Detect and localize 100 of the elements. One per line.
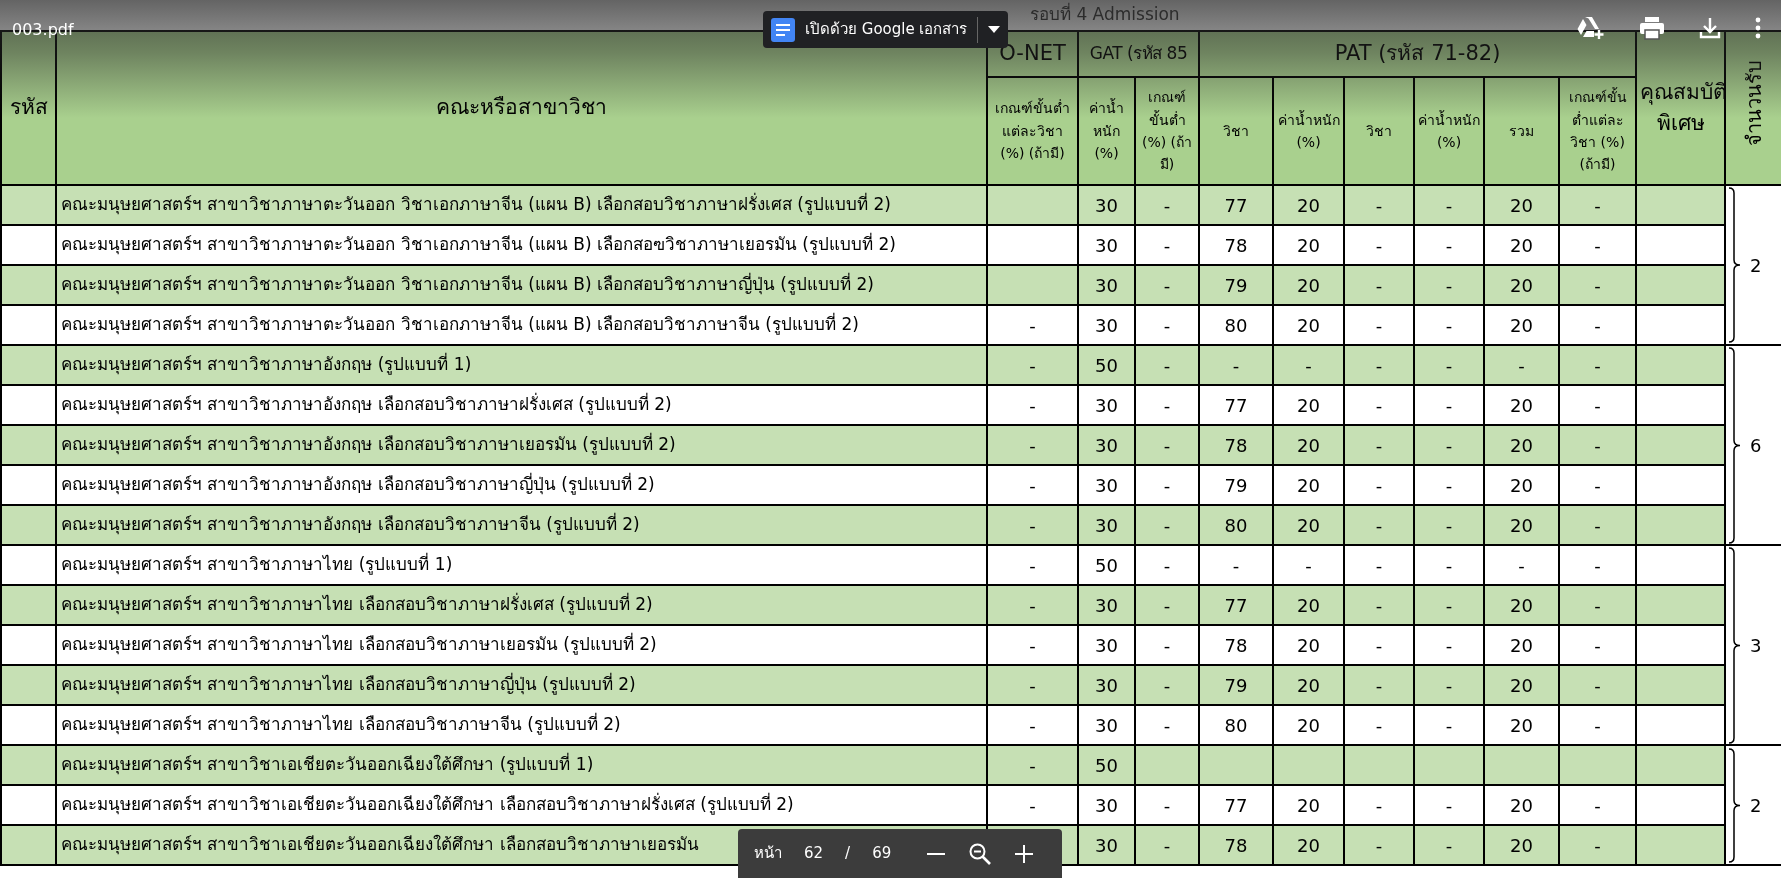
enrollment-count: 2 — [1750, 253, 1762, 278]
table-cell: - — [1559, 665, 1637, 705]
column-header: วิชา — [1199, 77, 1273, 185]
column-header: GAT (รหัส 85 — [1078, 31, 1199, 77]
table-cell: - — [1344, 585, 1414, 625]
column-header: รวม — [1484, 77, 1559, 185]
table-cell: - — [1344, 825, 1414, 865]
zoom-in-button[interactable] — [1015, 844, 1034, 863]
table-cell: 20 — [1484, 425, 1559, 465]
column-header: เกณฑ์ขั้นต่ำแต่ละวิชา (%) (ถ้ามี) — [1559, 77, 1637, 185]
table-cell: 30 — [1078, 825, 1135, 865]
program-name-cell: คณะมนุษยศาสตร์ฯ สาขาวิชาภาษาตะวันออก วิชาเอกภาษาจีน (แผน B) เลือกสอบวิชาภาษาญี่ปุ่น (รูปแบบที่ 2) — [56, 265, 987, 305]
column-header: คุณสมบัติพิเศษ — [1636, 31, 1726, 185]
program-name-cell: คณะมนุษยศาสตร์ฯ สาขาวิชาภาษาอังกฤษ เลือกสอบวิชาภาษาเยอรมัน (รูปแบบที่ 2) — [56, 425, 987, 465]
table-cell: 30 — [1078, 505, 1135, 545]
table-cell: - — [987, 505, 1078, 545]
table-cell: - — [1344, 425, 1414, 465]
download-button[interactable] — [1699, 16, 1721, 40]
enrollment-count: 6 — [1750, 433, 1762, 458]
zoom-out-icon — [969, 842, 992, 865]
table-cell: - — [1414, 345, 1484, 385]
table-cell: 20 — [1484, 265, 1559, 305]
table-cell: - — [987, 425, 1078, 465]
table-cell: - — [987, 585, 1078, 625]
table-cell: 50 — [1078, 345, 1135, 385]
zoom-reset-button[interactable] — [969, 842, 992, 865]
table-cell: - — [1559, 425, 1637, 465]
page-title: รอบที่ 4 Admission — [1030, 1, 1180, 26]
table-cell: 20 — [1273, 425, 1344, 465]
table-cell: - — [1135, 585, 1199, 625]
printer-icon — [1639, 16, 1665, 40]
enrollment-count: 2 — [1750, 793, 1762, 818]
table-cell: 20 — [1273, 265, 1344, 305]
document-icon — [771, 17, 795, 42]
table-cell: - — [987, 665, 1078, 705]
table-cell: 80 — [1199, 505, 1273, 545]
column-header: เกณฑ์ขั้นต่ำ (%) (ถ้ามี) — [1135, 77, 1199, 185]
page-number-field[interactable]: 62 — [804, 842, 824, 865]
table-cell: 20 — [1484, 825, 1559, 865]
table-cell: - — [1199, 345, 1273, 385]
table-cell: 77 — [1199, 185, 1273, 225]
table-cell: 77 — [1199, 585, 1273, 625]
table-cell: - — [1559, 185, 1637, 225]
program-name-cell: คณะมนุษยศาสตร์ฯ สาขาวิชาภาษาอังกฤษ (รูปแบบที่ 1) — [56, 345, 987, 385]
table-cell: - — [1414, 265, 1484, 305]
table-cell: - — [1559, 345, 1637, 385]
table-cell: 20 — [1273, 185, 1344, 225]
more-button[interactable] — [1755, 16, 1761, 40]
table-cell: 30 — [1078, 665, 1135, 705]
page-label: หน้า — [754, 843, 782, 865]
add-to-drive-button[interactable] — [1577, 16, 1605, 40]
table-cell: 50 — [1078, 745, 1135, 785]
table-cell: - — [1135, 425, 1199, 465]
caret-icon — [988, 26, 1001, 33]
table-cell: - — [987, 745, 1078, 785]
open-with-button[interactable]: เปิดด้วย Google เอกสาร — [763, 11, 1009, 48]
table-cell: - — [1414, 585, 1484, 625]
table-cell: - — [1344, 265, 1414, 305]
program-name-cell: คณะมนุษยศาสตร์ฯ สาขาวิชาภาษาไทย เลือกสอบวิชาภาษาฝรั่งเศส (รูปแบบที่ 2) — [56, 585, 987, 625]
table-cell: - — [1135, 665, 1199, 705]
table-cell: 20 — [1273, 505, 1344, 545]
table-cell: - — [1414, 665, 1484, 705]
table-cell: 30 — [1078, 185, 1135, 225]
table-cell: 79 — [1199, 665, 1273, 705]
table-cell: - — [1414, 425, 1484, 465]
program-name-cell: คณะมนุษยศาสตร์ฯ สาขาวิชาภาษาอังกฤษ เลือกสอบวิชาภาษาจีน (รูปแบบที่ 2) — [56, 505, 987, 545]
column-header: วิชา — [1344, 77, 1414, 185]
table-cell: - — [1344, 665, 1414, 705]
table-cell: 30 — [1078, 425, 1135, 465]
table-cell: - — [1344, 185, 1414, 225]
table-cell: - — [1559, 265, 1637, 305]
table-cell: 20 — [1273, 665, 1344, 705]
table-cell: - — [1135, 185, 1199, 225]
table-cell: - — [1344, 345, 1414, 385]
download-icon — [1699, 17, 1721, 39]
table-cell: 20 — [1484, 585, 1559, 625]
table-cell: 20 — [1273, 825, 1344, 865]
table-cell: 79 — [1199, 265, 1273, 305]
column-header: เกณฑ์ขั้นต่ำแต่ละวิชา (%) (ถ้ามี) — [987, 77, 1078, 185]
table-cell: 20 — [1273, 585, 1344, 625]
column-header: PAT (รหัส 71-82) — [1199, 31, 1637, 77]
table-cell: 30 — [1078, 265, 1135, 305]
print-button[interactable] — [1639, 16, 1665, 40]
table-cell: 20 — [1484, 185, 1559, 225]
enrollment-count: 3 — [1750, 633, 1762, 658]
drive-plus-icon — [1577, 16, 1605, 40]
table-cell: 78 — [1199, 425, 1273, 465]
table-cell: - — [1414, 505, 1484, 545]
column-header: ค่าน้ำหนัก (%) — [1414, 77, 1484, 185]
table-cell: - — [1414, 185, 1484, 225]
program-name-cell: คณะมนุษยศาสตร์ฯ สาขาวิชาเอเชียตะวันออกเฉียงใต้ศึกษา (รูปแบบที่ 1) — [56, 745, 987, 785]
table-cell: 78 — [1199, 825, 1273, 865]
table-cell: - — [1273, 345, 1344, 385]
column-header: ค่าน้ำหนัก (%) — [1078, 77, 1135, 185]
column-header: จำนวนรับ — [1740, 60, 1767, 147]
table-cell: - — [987, 345, 1078, 385]
table-cell: - — [1135, 345, 1199, 385]
zoom-out-button[interactable] — [927, 852, 946, 855]
column-header: ค่าน้ำหนัก (%) — [1273, 77, 1344, 185]
table-cell: - — [1559, 505, 1637, 545]
